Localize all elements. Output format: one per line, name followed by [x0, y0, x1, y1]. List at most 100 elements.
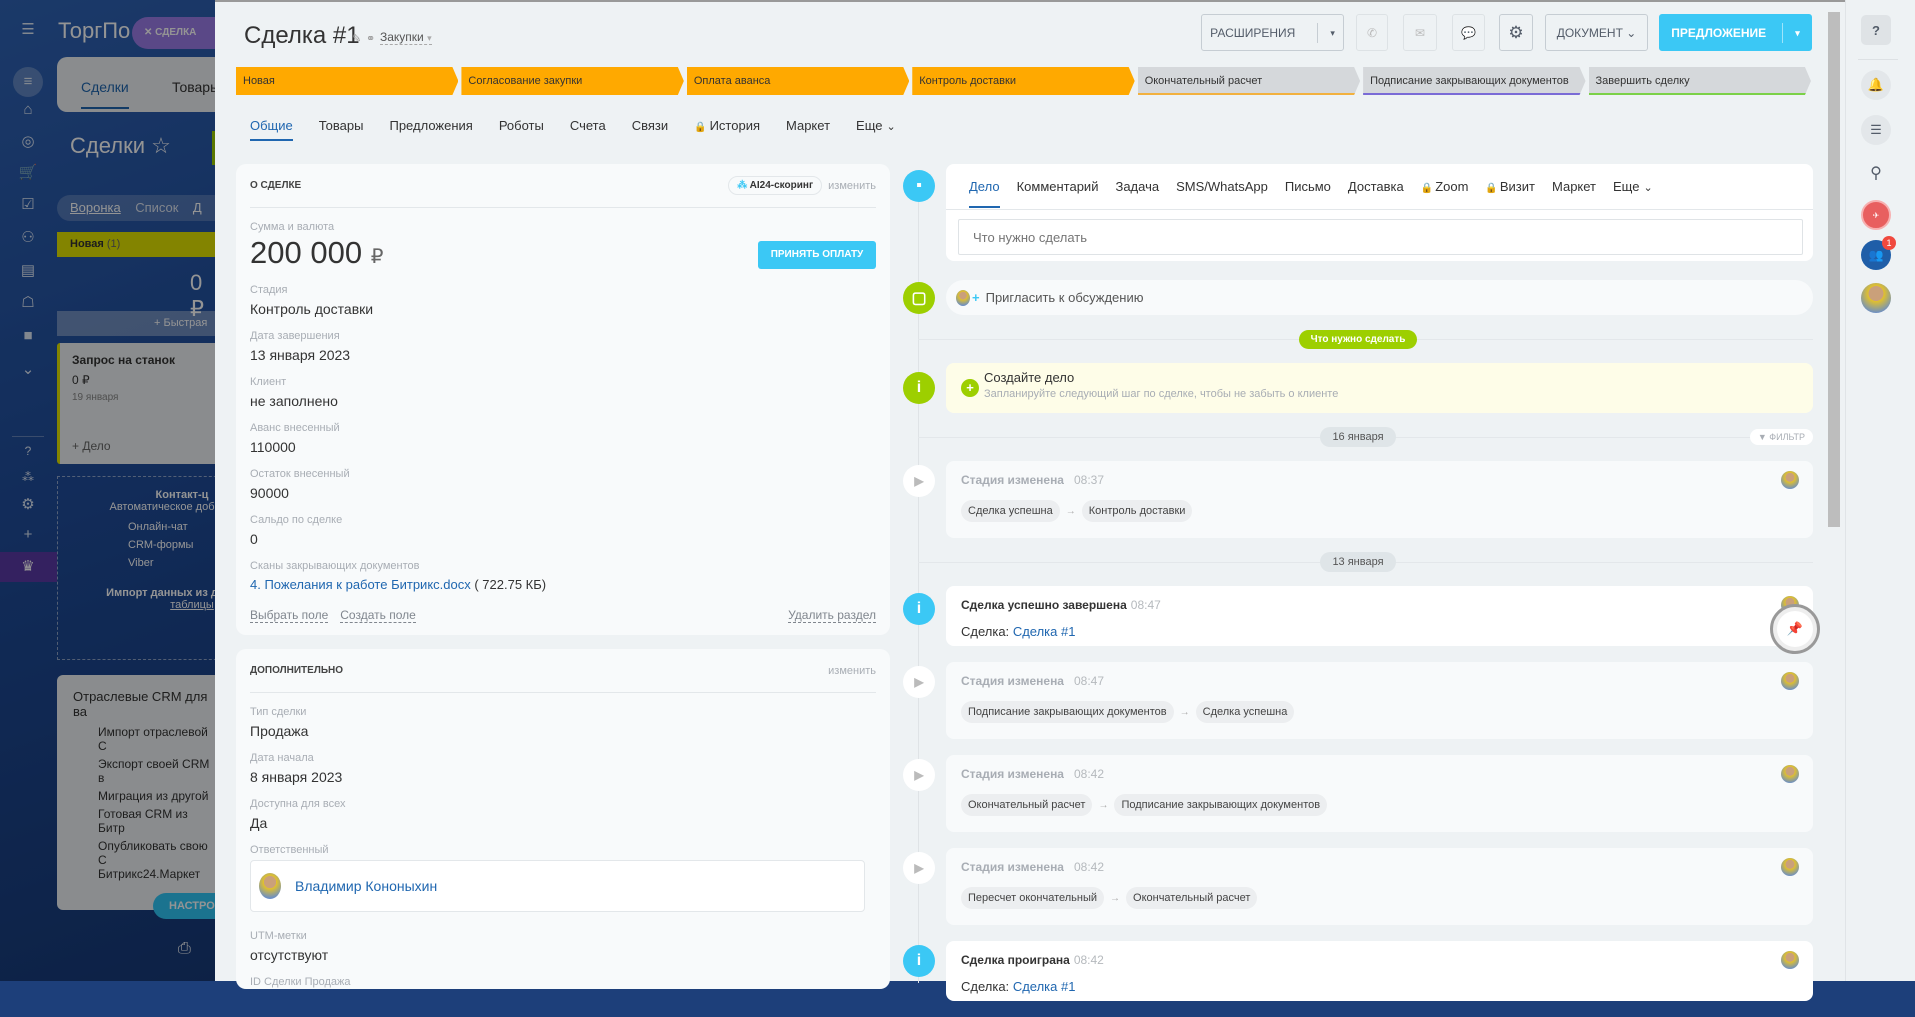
composer-tab-1[interactable]: Дело [969, 165, 1000, 208]
tab-5[interactable]: Счета [570, 118, 606, 141]
delete-section-link[interactable]: Удалить раздел [788, 608, 876, 623]
stage-4[interactable]: Контроль доставки [912, 67, 1134, 95]
stage-change-card[interactable]: Стадия изменена 08:47 Подписание закрывающ… [946, 662, 1813, 739]
item-header: Стадия изменена 08:47 [961, 674, 1798, 688]
extensions-dropdown-icon[interactable]: ▾ [1317, 22, 1335, 43]
stage-change-card[interactable]: Стадия изменена 08:37 Сделка успешна → Контр… [946, 461, 1813, 538]
open-channel-logo[interactable]: ✈ [1861, 200, 1891, 230]
deal-link[interactable]: Сделка #1 [1013, 624, 1076, 639]
composer-tab-5[interactable]: Письмо [1285, 179, 1331, 194]
settings-button[interactable]: ⚙ [1499, 14, 1533, 51]
help-icon[interactable]: ? [1861, 15, 1891, 45]
gear-icon: ⚙ [1508, 22, 1524, 42]
create-task-subtitle: Запланируйте следующий шаг по сделке, чт… [984, 388, 1339, 400]
scrollbar-thumb[interactable] [1828, 12, 1840, 527]
info-card[interactable]: Сделка успешно завершена 08:47 Сделка: Сде… [946, 586, 1820, 654]
create-task-card[interactable]: + Создайте дело Запланируйте следующий ш… [946, 363, 1813, 413]
proposal-button[interactable]: ПРЕДЛОЖЕНИЕ ▾ [1659, 14, 1812, 51]
call-button[interactable]: ✆ [1356, 14, 1388, 51]
responsible-link[interactable]: Владимир Кононыхин [295, 878, 437, 894]
amount-number: 200 000 [250, 235, 363, 270]
create-task-row: i + Создайте дело Запланируйте следующий… [903, 363, 1813, 413]
ai-scoring-label: AI24-скоринг [749, 180, 814, 191]
edit-pencil-icon[interactable]: ✎ [352, 32, 361, 45]
tab-7[interactable]: 🔒 История [694, 118, 760, 141]
composer-tab-4[interactable]: SMS/WhatsApp [1176, 179, 1268, 194]
avatar [1781, 765, 1799, 783]
stage-change-card[interactable]: Стадия изменена 08:42 Окончательный расчет… [946, 755, 1813, 832]
user-avatar[interactable] [1861, 283, 1891, 313]
stage-to-chip: Контроль доставки [1081, 500, 1193, 522]
stage-icon: ▶ [903, 852, 935, 884]
additional-header: ДОПОЛНИТЕЛЬНО изменить [250, 649, 876, 693]
timeline-item: ▶ Стадия изменена 08:47 Подписание закрываю… [903, 662, 1813, 739]
timeline-item: ▶ Стадия изменена 08:42 Окончательный расче… [903, 755, 1813, 832]
item-time: 08:47 [1073, 674, 1105, 688]
scrollbar[interactable] [1828, 2, 1840, 983]
tab-3[interactable]: Предложения [389, 118, 472, 141]
stage-change-card[interactable]: Стадия изменена 08:42 Пересчет окончательн… [946, 848, 1813, 925]
pin-icon[interactable]: 📌 [1770, 604, 1820, 654]
amount-label: Сумма и валюта [250, 221, 335, 233]
filter-button[interactable]: ▼ ФИЛЬТР [1749, 429, 1813, 445]
activity-input[interactable] [958, 219, 1803, 255]
scans-value: 4. Пожелания к работе Битрикс.docx ( 722… [250, 577, 876, 592]
field-label: Дата завершения [250, 330, 340, 342]
tab-2[interactable]: Товары [319, 118, 364, 141]
deal-link[interactable]: Сделка #1 [1013, 979, 1076, 994]
lock-icon: 🔒 [694, 122, 707, 133]
additional-title: ДОПОЛНИТЕЛЬНО [250, 665, 344, 676]
tab-4[interactable]: Роботы [499, 118, 544, 141]
tab-8[interactable]: Маркет [786, 118, 830, 141]
chat-button[interactable]: 💬 [1452, 14, 1485, 51]
extensions-button[interactable]: РАСШИРЕНИЯ ▾ [1201, 14, 1344, 51]
proposal-dropdown-icon[interactable]: ▾ [1782, 22, 1800, 43]
scan-file-link[interactable]: 4. Пожелания к работе Битрикс.docx [250, 577, 471, 592]
composer-tab-9[interactable]: Маркет [1552, 179, 1596, 194]
email-button[interactable]: ✉ [1403, 14, 1437, 51]
composer-icon: ▪ [903, 170, 935, 202]
stage-1[interactable]: Новая [236, 67, 458, 95]
composer-tab-7[interactable]: 🔒 Zoom [1421, 179, 1469, 194]
tab-9[interactable]: Еще ⌄ [856, 118, 896, 141]
id-label: ID Сделки Продажа [250, 976, 351, 988]
search-icon[interactable]: ⚲ [1861, 158, 1891, 188]
category-selector[interactable]: Закупки ▾ [380, 30, 432, 45]
field-label: Аванс внесенный [250, 422, 340, 434]
stage-7[interactable]: Завершить сделку [1589, 67, 1811, 95]
scan-file-size: ( 722.75 КБ) [474, 577, 547, 592]
arrow-right-icon: → [1098, 800, 1109, 811]
invite-card[interactable]: + Пригласить к обсуждению [946, 280, 1813, 315]
stage-6[interactable]: Подписание закрывающих документов [1363, 67, 1585, 95]
messenger-icon[interactable]: ☰ [1861, 115, 1891, 145]
stage-5[interactable]: Окончательный расчет [1138, 67, 1360, 95]
stage-3[interactable]: Оплата аванса [687, 67, 909, 95]
composer-tab-label: Zoom [1435, 179, 1469, 194]
group-chat-icon[interactable]: 👥 1 [1861, 236, 1896, 270]
select-field-link[interactable]: Выбрать поле [250, 608, 329, 623]
about-edit-link[interactable]: изменить [828, 180, 876, 192]
plus-icon[interactable]: + [961, 379, 979, 397]
tab-1[interactable]: Общие [250, 118, 293, 141]
composer-tab-10[interactable]: Еще ⌄ [1613, 179, 1653, 194]
stage-icon: ▶ [903, 666, 935, 698]
link-icon[interactable]: ⚭ [366, 32, 375, 45]
composer-tab-8[interactable]: 🔒 Визит [1485, 179, 1535, 194]
document-button[interactable]: ДОКУМЕНТ ⌄ [1545, 14, 1648, 51]
composer-tab-3[interactable]: Задача [1115, 179, 1159, 194]
bell-icon[interactable]: 🔔 [1861, 70, 1891, 100]
tab-6[interactable]: Связи [632, 118, 668, 141]
stage-2[interactable]: Согласование закупки [461, 67, 683, 95]
info-card[interactable]: Сделка проиграна 08:42 Сделка: Сделка #1 [946, 941, 1813, 1001]
composer-tab-2[interactable]: Комментарий [1017, 179, 1099, 194]
utm-value: отсутствуют [250, 947, 329, 963]
additional-edit-link[interactable]: изменить [828, 665, 876, 677]
accept-payment-button[interactable]: ПРИНЯТЬ ОПЛАТУ [758, 241, 876, 269]
create-field-link[interactable]: Создать поле [340, 608, 416, 623]
avatar [1781, 951, 1799, 969]
ai-scoring-button[interactable]: ⁂ AI24-скоринг [728, 176, 823, 195]
invite-label: Пригласить к обсуждению [985, 290, 1144, 305]
composer-tab-6[interactable]: Доставка [1348, 179, 1404, 194]
timeline-item: ▶ Стадия изменена 08:37 Сделка успешна → Конт… [903, 461, 1813, 538]
composer-tab-label: Письмо [1284, 179, 1331, 194]
